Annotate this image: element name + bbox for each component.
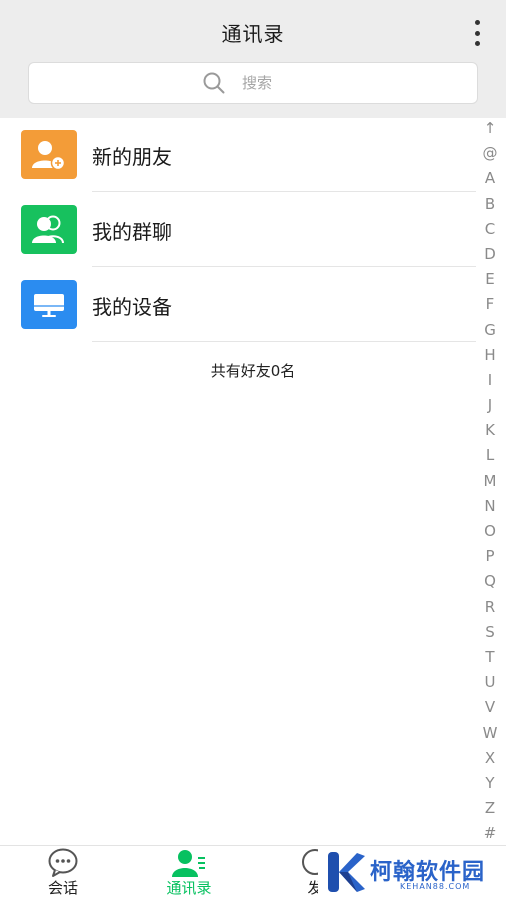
index-letter[interactable]: ↑ (484, 116, 497, 141)
search-input[interactable] (240, 73, 304, 93)
index-letter[interactable]: X (485, 746, 495, 771)
watermark-logo: 柯翰软件园 KEHAN88.COM (318, 846, 506, 900)
add-friend-icon (21, 130, 77, 179)
index-letter[interactable]: A (485, 166, 495, 191)
index-letter[interactable]: W (483, 721, 498, 746)
index-letter[interactable]: D (484, 242, 496, 267)
entry-label: 我的设备 (92, 295, 172, 319)
index-letter[interactable]: Q (484, 569, 496, 594)
search-icon (203, 72, 225, 94)
index-letter[interactable]: V (485, 695, 495, 720)
index-letter[interactable]: C (485, 217, 495, 242)
entry-label: 新的朋友 (92, 145, 172, 169)
index-letter[interactable]: P (485, 544, 494, 569)
index-letter[interactable]: # (484, 821, 497, 846)
index-letter[interactable]: I (488, 368, 492, 393)
entry-label: 我的群聊 (92, 220, 172, 244)
alphabet-index[interactable]: ↑ @ A B C D E F G H I J K L M N O P Q R S T U V W X Y Z # (474, 116, 506, 846)
search-bar[interactable] (28, 62, 478, 104)
index-letter[interactable]: Y (485, 771, 494, 796)
index-letter[interactable]: @ (483, 141, 498, 166)
index-letter[interactable]: R (485, 595, 495, 620)
top-bar: 通讯录 (0, 0, 506, 118)
index-letter[interactable]: O (484, 519, 496, 544)
index-letter[interactable]: U (485, 670, 496, 695)
more-vertical-icon[interactable] (470, 20, 484, 46)
new-friends-entry[interactable]: 新的朋友 (0, 117, 480, 192)
friend-count: 共有好友0名 (210, 362, 296, 380)
device-icon (21, 280, 77, 329)
index-letter[interactable]: B (485, 192, 495, 217)
my-devices-entry[interactable]: 我的设备 (0, 267, 480, 342)
tab-label: 通讯录 (166, 879, 212, 897)
index-letter[interactable]: E (485, 267, 494, 292)
index-letter[interactable]: T (485, 645, 494, 670)
tab-contacts[interactable]: 通讯录 (126, 846, 252, 900)
contacts-icon (172, 850, 205, 877)
page-title: 通讯录 (221, 22, 285, 46)
index-letter[interactable]: G (484, 318, 496, 343)
divider (92, 341, 476, 342)
group-chats-entry[interactable]: 我的群聊 (0, 192, 480, 267)
index-letter[interactable]: F (486, 292, 495, 317)
k-logo-icon (328, 852, 365, 892)
index-letter[interactable]: Z (485, 796, 495, 821)
group-chat-icon (21, 205, 77, 254)
index-letter[interactable]: S (485, 620, 495, 645)
chat-bubble-icon (48, 848, 78, 877)
index-letter[interactable]: M (484, 469, 497, 494)
index-letter[interactable]: N (484, 494, 495, 519)
index-letter[interactable]: H (484, 343, 495, 368)
watermark-url: KEHAN88.COM (400, 882, 471, 891)
index-letter[interactable]: J (488, 393, 492, 418)
tab-label: 会话 (47, 879, 78, 897)
index-letter[interactable]: L (486, 443, 494, 468)
index-letter[interactable]: K (485, 418, 495, 443)
tab-chats[interactable]: 会话 (0, 846, 126, 900)
